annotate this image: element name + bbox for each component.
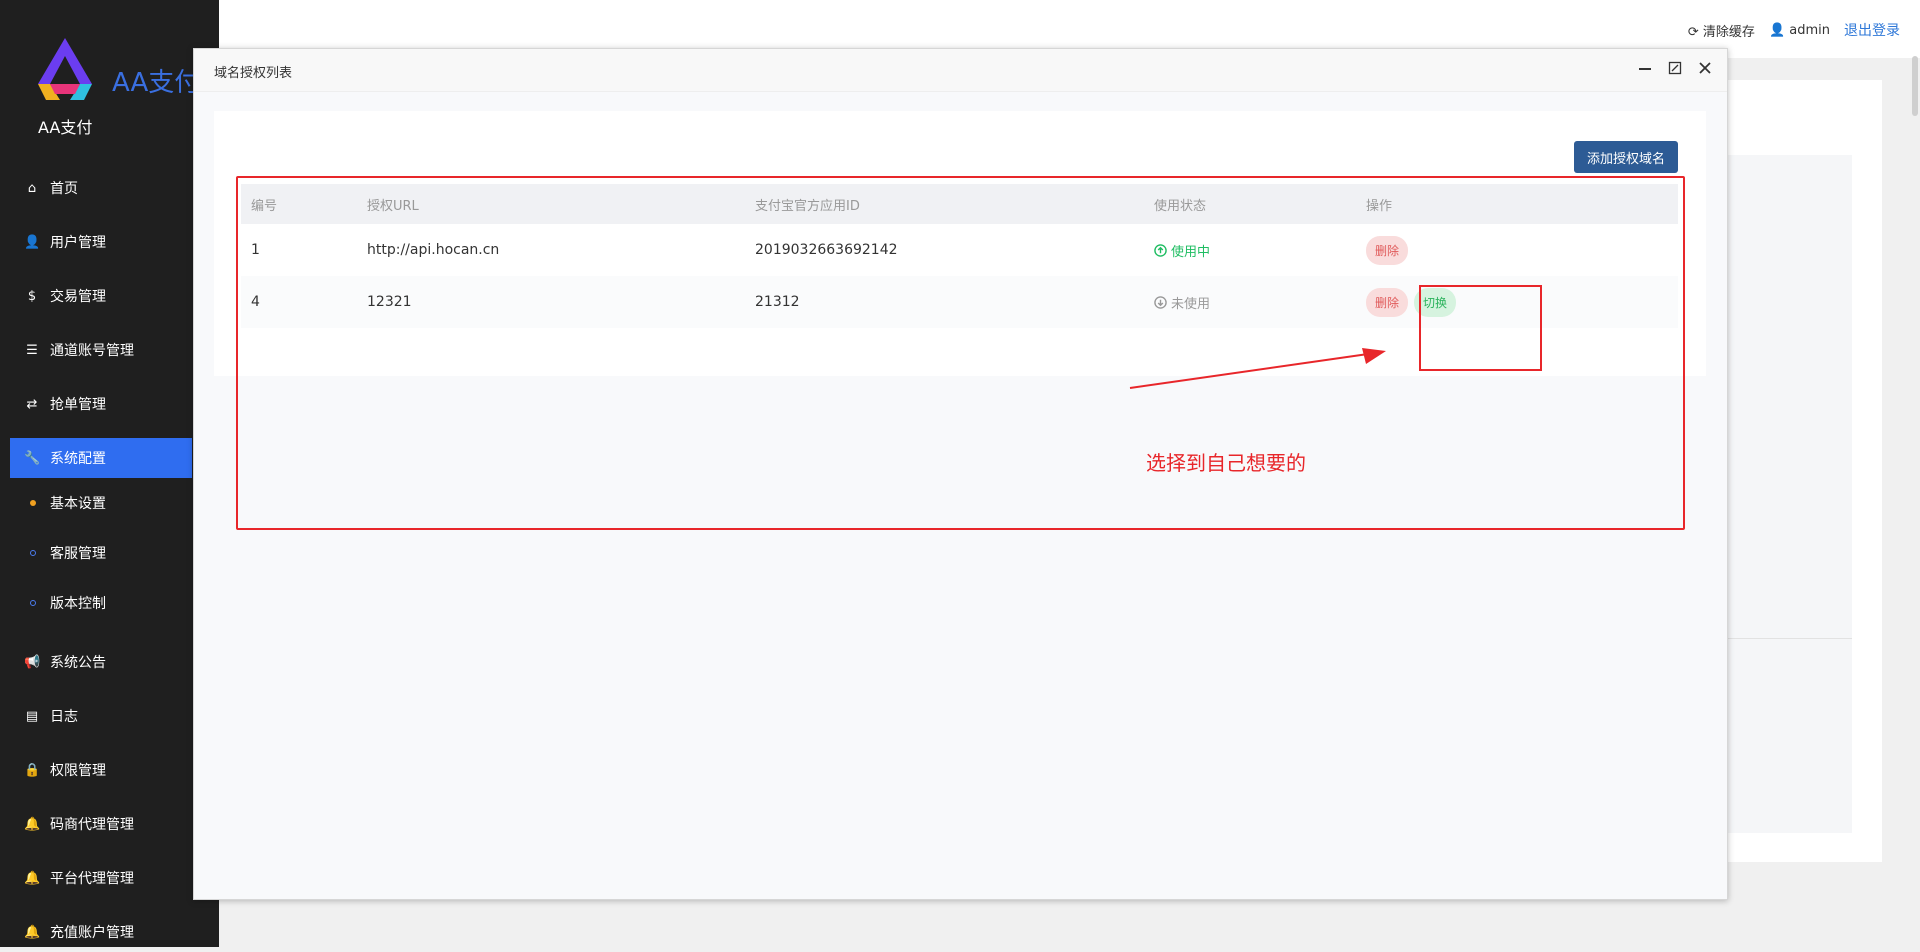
bullet-icon [30,550,36,556]
sidebar-item-label: 平台代理管理 [50,871,134,887]
top-actions: ⟳ 清除缓存 👤 admin 退出登录 [1688,20,1900,40]
bullhorn-icon: 📢 [24,654,41,670]
sidebar-item-label: 权限管理 [50,763,106,779]
sidebar-item-channel-accounts[interactable]: ☰ 通道账号管理 [10,330,192,370]
modal-title: 域名授权列表 [214,66,293,81]
sidebar-item-label: 交易管理 [50,289,106,305]
sidebar-item-logs[interactable]: ▤ 日志 [10,696,192,736]
sidebar-item-home[interactable]: ⌂ 首页 [10,168,192,208]
sidebar-subitem-label: 基本设置 [50,496,106,512]
lock-icon: 🔒 [24,762,41,778]
clear-cache-label: 清除缓存 [1702,24,1755,40]
sidebar-item-label: 系统公告 [50,655,106,671]
logo-title: AA支付 [112,68,201,98]
sidebar-item-system-config[interactable]: 🔧 系统配置 [10,438,192,478]
add-domain-button[interactable]: 添加授权域名 [1573,141,1678,173]
sidebar-item-platform-agent[interactable]: 🔔 平台代理管理 [10,858,192,898]
sidebar-item-announcements[interactable]: 📢 系统公告 [10,642,192,682]
bullet-icon [30,600,36,606]
sidebar-item-label: 日志 [50,709,78,725]
annotation-arrow-icon [1129,348,1386,389]
refresh-icon: ⟳ [1687,24,1699,40]
sidebar-item-label: 码商代理管理 [50,817,134,833]
bell-icon: 🔔 [24,870,41,886]
sidebar-item-label: 通道账号管理 [50,343,134,359]
sidebar-item-label: 首页 [50,181,78,197]
wrench-icon: 🔧 [24,450,41,466]
logout-link[interactable]: 退出登录 [1844,20,1900,40]
sidebar-subitem-basic-settings[interactable]: 基本设置 [10,483,192,523]
sidebar-item-label: 用户管理 [50,235,106,251]
sidebar-item-user-management[interactable]: 👤 用户管理 [10,222,192,262]
exchange-icon: ⇄ [26,396,38,412]
username: admin [1789,22,1830,38]
sidebar-item-transactions[interactable]: $ 交易管理 [10,276,192,316]
user-icon: 👤 [24,234,41,250]
minimize-icon[interactable] [1637,59,1653,77]
log-icon: ▤ [25,708,39,724]
sidebar-subitem-version-control[interactable]: 版本控制 [10,583,192,623]
sidebar-item-label: 充值账户管理 [50,925,134,941]
modal-controls [1637,59,1713,77]
sidebar-item-recharge-accounts[interactable]: 🔔 充值账户管理 [10,912,192,952]
sidebar: AA支付 AA支付 ⌂ 首页 👤 用户管理 $ 交易管理 ☰ 通道账号管理 ⇄ … [0,0,219,947]
modal-header: 域名授权列表 [194,49,1727,92]
bullet-icon [30,500,36,506]
list-icon: ☰ [26,342,38,358]
background-inner-panel [1727,155,1852,833]
sidebar-item-label: 抢单管理 [50,397,106,413]
bell-icon: 🔔 [24,924,41,940]
clear-cache-button[interactable]: ⟳ 清除缓存 [1688,21,1755,40]
scrollbar[interactable] [1912,56,1918,116]
sidebar-subitem-customer-service[interactable]: 客服管理 [10,533,192,573]
divider [1727,638,1852,639]
annotation-box-switch [1419,285,1542,371]
home-icon: ⌂ [27,180,37,196]
user-menu[interactable]: 👤 admin [1769,23,1830,38]
bell-icon: 🔔 [24,816,41,832]
logo-icon [38,38,92,100]
sidebar-item-permissions[interactable]: 🔒 权限管理 [10,750,192,790]
close-icon[interactable] [1697,59,1713,77]
sidebar-item-order-grab[interactable]: ⇄ 抢单管理 [10,384,192,424]
sidebar-item-label: 系统配置 [50,451,106,467]
dollar-icon: $ [27,288,37,304]
logo-subtitle: AA支付 [38,118,93,137]
sidebar-subitem-label: 客服管理 [50,546,106,562]
user-icon: 👤 [1768,22,1786,38]
annotation-text: 选择到自己想要的 [1146,451,1306,475]
sidebar-item-code-agent[interactable]: 🔔 码商代理管理 [10,804,192,844]
sidebar-subitem-label: 版本控制 [50,596,106,612]
maximize-icon[interactable] [1667,59,1683,77]
